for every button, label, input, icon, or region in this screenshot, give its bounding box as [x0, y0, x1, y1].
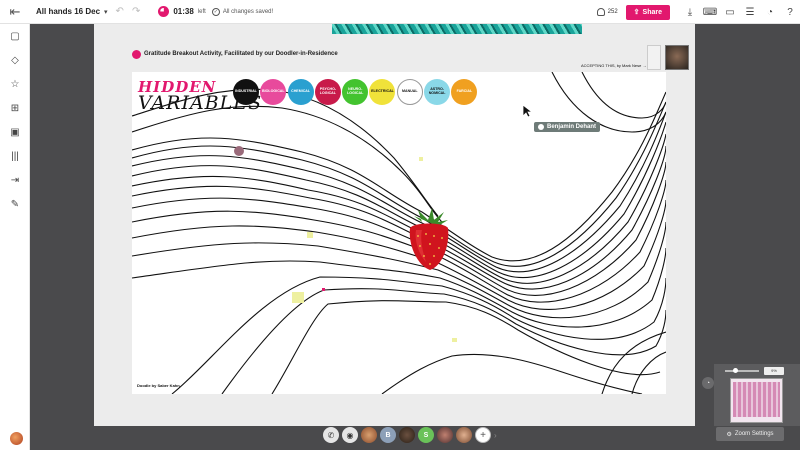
category-circle[interactable]: INDUSTRIAL	[233, 79, 259, 105]
check-icon: ✓	[211, 7, 220, 16]
zoom-percent[interactable]: 9%	[764, 367, 784, 375]
import-icon[interactable]: ⇥	[0, 168, 30, 192]
save-status: All changes saved!	[222, 8, 274, 15]
shapes-icon[interactable]: ◇	[0, 48, 30, 72]
undo-icon[interactable]: ↶	[116, 6, 124, 17]
library-icon[interactable]: |||	[0, 144, 30, 168]
star-icon[interactable]: ☆	[0, 72, 30, 96]
accepting-label: ACCEPTING THIS, by Mark Nese →	[581, 63, 647, 68]
timer-icon[interactable]	[158, 6, 170, 17]
category-circle[interactable]: ELECTRICAL	[369, 79, 396, 105]
category-circle[interactable]: PSYCHO-LOGICAL	[314, 79, 341, 105]
camera-icon[interactable]: ◉	[342, 427, 358, 443]
sticky-note[interactable]	[419, 157, 423, 161]
minimap-preview	[733, 382, 780, 417]
collaborator-name: Benjamin Dehant	[547, 124, 597, 130]
category-circle[interactable]: ASTRO-NOMICAL	[424, 79, 451, 105]
online-users[interactable]: 252	[596, 8, 618, 16]
zoom-slider[interactable]	[725, 370, 759, 372]
zoom-settings-button[interactable]: ⚙ Zoom Settings	[716, 427, 784, 441]
minimap-toggle-icon[interactable]: ◔	[702, 377, 714, 389]
category-circle[interactable]: BIOLOGICAL	[260, 79, 287, 105]
add-collaborator-button[interactable]: +	[475, 427, 491, 443]
share-button[interactable]: ⇪ Share	[625, 4, 670, 20]
board-frame[interactable]: Gratitude Breakout Activity, Facilitated…	[94, 24, 695, 426]
share-icon: ⇪	[633, 9, 640, 16]
timer-suffix: left	[197, 8, 206, 15]
grid-icon[interactable]: ⊞	[0, 96, 30, 120]
sticky-note[interactable]	[452, 338, 457, 342]
category-circle[interactable]: FARCIAL	[451, 79, 478, 105]
marker-dot[interactable]	[234, 146, 244, 156]
category-circles: INDUSTRIAL BIOLOGICAL CHEMICAL PSYCHO-LO…	[233, 79, 479, 105]
exit-board-icon[interactable]: ⇤	[0, 0, 30, 24]
video-thumbnail[interactable]	[665, 45, 689, 70]
chevron-right-icon[interactable]: ›	[494, 431, 497, 440]
top-bar: ⇤ All hands 16 Dec ▾ ↶ ↷ 01:38 left ✓ Al…	[0, 0, 800, 24]
avatar[interactable]	[456, 427, 472, 443]
category-circle[interactable]: MANUAL	[396, 79, 423, 105]
line-art	[132, 72, 666, 394]
avatar[interactable]: B	[380, 427, 396, 443]
cursor-icon	[522, 104, 532, 118]
zoom-settings-label: Zoom Settings	[734, 431, 774, 437]
share-label: Share	[642, 8, 662, 16]
pen-icon[interactable]: ✎	[0, 192, 30, 216]
image-icon[interactable]: ▣	[0, 120, 30, 144]
sticky-note-icon[interactable]: ▢	[0, 24, 30, 48]
reactions-icon[interactable]: ⌨	[700, 0, 720, 24]
avatar[interactable]	[399, 427, 415, 443]
phone-icon[interactable]: ✆	[323, 427, 339, 443]
notes-icon[interactable]: ☰	[740, 0, 760, 24]
sticky-note[interactable]	[292, 292, 304, 303]
timer-value[interactable]: 01:38	[173, 7, 193, 16]
frame-title: Gratitude Breakout Activity, Facilitated…	[144, 51, 338, 57]
redo-icon[interactable]: ↷	[132, 6, 140, 17]
avatar[interactable]	[361, 427, 377, 443]
user-icon	[596, 8, 605, 16]
cursor-avatar-icon	[538, 124, 544, 130]
strawberry-image[interactable]	[404, 206, 454, 272]
board-title[interactable]: All hands 16 Dec	[36, 7, 100, 16]
avatar[interactable]: S	[418, 427, 434, 443]
category-circle[interactable]: CHEMICAL	[287, 79, 314, 105]
marker-dot[interactable]	[322, 288, 325, 291]
header-dot	[132, 50, 141, 59]
chevron-down-icon[interactable]: ▾	[104, 8, 108, 16]
left-toolbar: ▢ ◇ ☆ ⊞ ▣ ||| ⇥ ✎	[0, 24, 30, 450]
category-circle[interactable]: NEURO-LOGICAL	[342, 79, 369, 105]
notifications-icon[interactable]: ◔	[760, 0, 780, 24]
presence-bar: ✆ ◉ B S + ›	[323, 426, 497, 444]
credit-label: Doodle by Saber Kahn	[137, 383, 180, 388]
export-icon[interactable]: ⤓	[680, 0, 700, 24]
zoom-slider-handle[interactable]	[733, 368, 738, 373]
collaborator-cursor-label: Benjamin Dehant	[534, 122, 601, 132]
gear-icon: ⚙	[726, 431, 732, 438]
user-count: 252	[607, 9, 618, 15]
help-icon[interactable]: ?	[780, 0, 800, 24]
artboard-image[interactable]: HIDDEN VARIABLES INDUSTRIAL BIOLOGICAL C…	[132, 72, 666, 394]
video-thumbnail[interactable]	[647, 45, 661, 70]
sticky-note[interactable]	[307, 232, 313, 238]
avatar[interactable]	[437, 427, 453, 443]
avatar[interactable]	[9, 431, 24, 446]
banner-image	[332, 24, 582, 34]
comment-icon[interactable]: ▭	[720, 0, 740, 24]
